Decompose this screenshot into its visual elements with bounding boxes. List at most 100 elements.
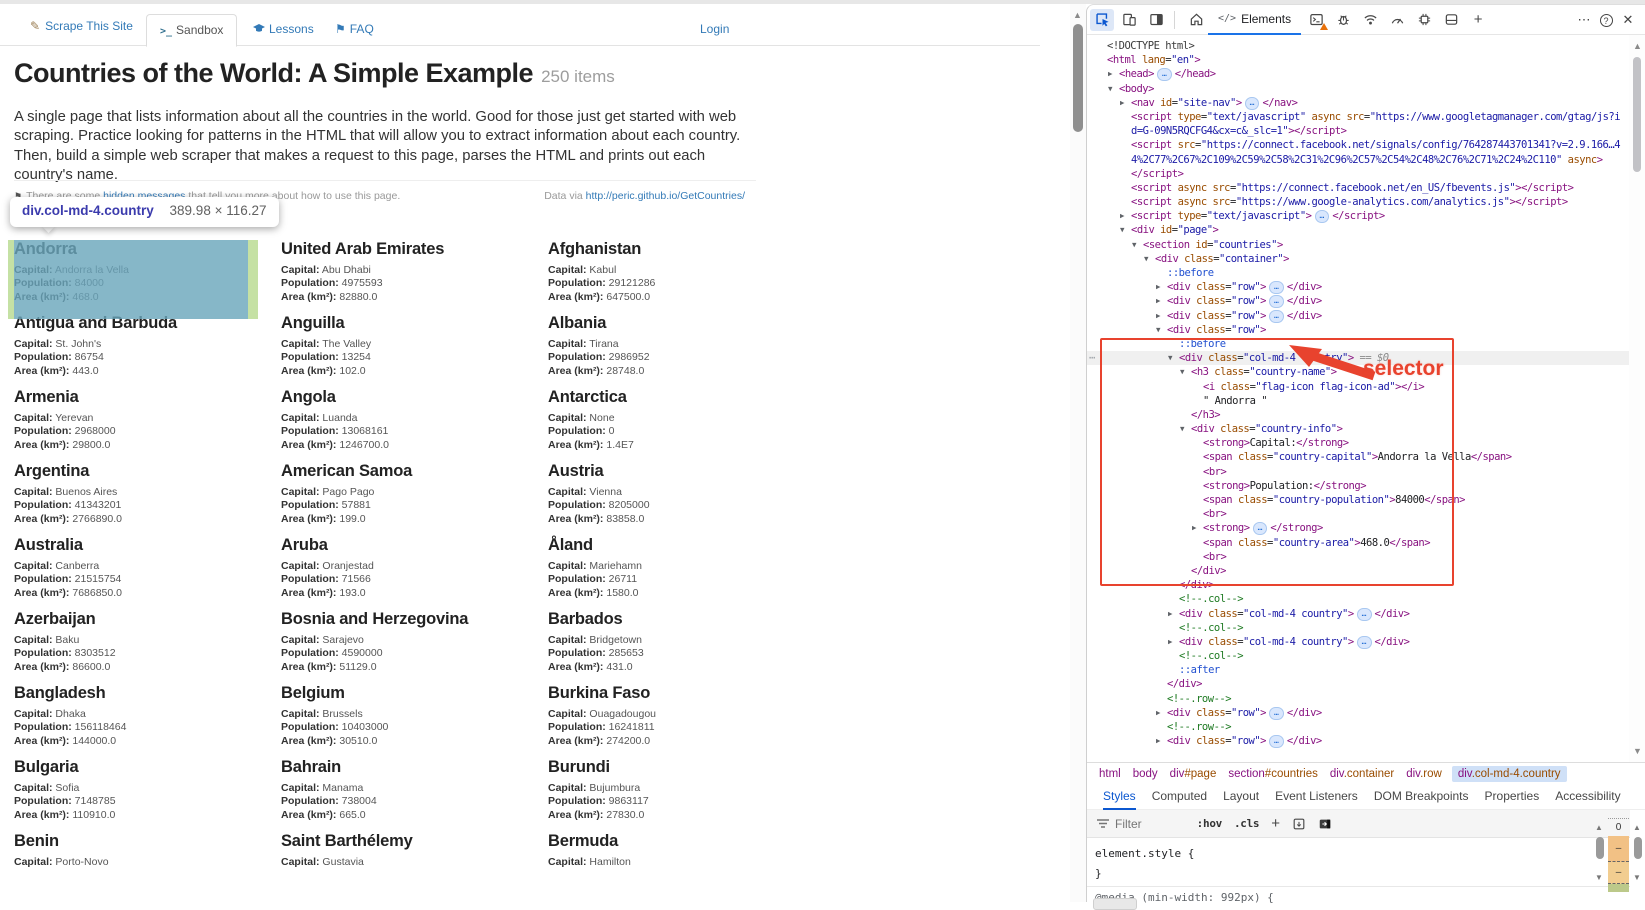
network-icon[interactable] — [1358, 9, 1382, 31]
styles-filter-input[interactable]: Filter — [1115, 817, 1142, 831]
dom-tree-line[interactable]: <script async src="https://www.google-an… — [1087, 195, 1630, 209]
panel-tab-styles[interactable]: Styles — [1103, 784, 1136, 810]
breadcrumb-item[interactable]: section#countries — [1228, 768, 1318, 780]
dom-tree-line[interactable]: ▼<body> — [1087, 82, 1630, 96]
dom-tree-line[interactable]: ▼<div class="country-info"> — [1087, 422, 1630, 436]
expand-arrow-icon[interactable]: ▼ — [1180, 365, 1185, 379]
expand-arrow-icon[interactable]: ▼ — [1156, 323, 1161, 337]
add-panel-icon[interactable]: + — [1466, 9, 1490, 31]
expand-arrow-icon[interactable]: ▼ — [1180, 422, 1185, 436]
expand-arrow-icon[interactable]: ▼ — [1168, 351, 1173, 365]
expand-arrow-icon[interactable]: ▼ — [1108, 82, 1113, 96]
close-devtools-icon[interactable]: ✕ — [1617, 12, 1639, 28]
dom-tree-line[interactable]: ▶<script type="text/javascript">…</scrip… — [1087, 209, 1630, 223]
element-style-rule[interactable]: element.style { — [1087, 838, 1630, 860]
dom-tree-line[interactable]: d=G-09N5RQCFG4&cx=c&_slc=1"></script> — [1087, 124, 1630, 138]
nav-tab-sandbox[interactable]: >_Sandbox — [146, 14, 237, 47]
expand-arrow-icon[interactable]: ▶ — [1192, 521, 1197, 535]
expand-arrow-icon[interactable]: ▶ — [1156, 309, 1161, 323]
panel-tab-computed[interactable]: Computed — [1152, 784, 1207, 810]
breadcrumb-item[interactable]: div.row — [1406, 768, 1442, 780]
dom-tree-line[interactable]: ▶<div class="row">…</div> — [1087, 309, 1630, 323]
dom-tree-line[interactable]: <span class="country-area">468.0</span> — [1087, 536, 1630, 550]
dom-tree-line[interactable]: </div> — [1087, 677, 1630, 691]
dom-tree-line[interactable]: </h3> — [1087, 408, 1630, 422]
dom-tree-line[interactable]: ▼<section id="countries"> — [1087, 238, 1630, 252]
dom-tree-line[interactable]: <script src="https://connect.facebook.ne… — [1087, 138, 1630, 152]
breadcrumb-item[interactable]: body — [1133, 768, 1158, 780]
dom-tree-line[interactable]: ▼<div id="page"> — [1087, 223, 1630, 237]
login-link[interactable]: Login — [700, 22, 729, 36]
computed-sidebar-icon[interactable] — [1318, 817, 1332, 831]
dom-tree-line[interactable]: <!--.row--> — [1087, 692, 1630, 706]
dom-tree-line[interactable]: ▶<div class="row">…</div> — [1087, 706, 1630, 720]
new-style-rule-button[interactable]: + — [1271, 815, 1279, 832]
breadcrumb-item[interactable]: div.container — [1330, 768, 1394, 780]
sidebar-scrollbar[interactable]: ▲▼ — [1631, 821, 1645, 903]
dom-tree-line[interactable]: <html lang="en"> — [1087, 53, 1630, 67]
dom-tree-line[interactable]: <i class="flag-icon flag-icon-ad"></i> — [1087, 380, 1630, 394]
inspect-element-icon[interactable] — [1090, 9, 1114, 31]
dom-tree-line[interactable]: <span class="country-population">84000</… — [1087, 493, 1630, 507]
page-scrollbar[interactable]: ▲ — [1070, 4, 1086, 902]
expand-arrow-icon[interactable]: ▶ — [1168, 607, 1173, 621]
expand-arrow-icon[interactable]: ▶ — [1156, 706, 1161, 720]
expand-arrow-icon[interactable]: ▶ — [1156, 734, 1161, 748]
panel-tab-dom-breakpoints[interactable]: DOM Breakpoints — [1374, 784, 1469, 810]
collapsed-content-icon[interactable]: … — [1269, 735, 1284, 748]
panel-tab-event-listeners[interactable]: Event Listeners — [1275, 784, 1358, 810]
dom-tree-line[interactable]: ▼<h3 class="country-name"> — [1087, 365, 1630, 379]
collapsed-content-icon[interactable]: … — [1269, 707, 1284, 720]
dom-tree-line[interactable]: ▶<nav id="site-nav">…</nav> — [1087, 96, 1630, 110]
panel-tab-layout[interactable]: Layout — [1223, 784, 1259, 810]
panel-tab-properties[interactable]: Properties — [1485, 784, 1540, 810]
expand-arrow-icon[interactable]: ▼ — [1132, 238, 1137, 252]
styles-scrollbar[interactable]: ▲▼ — [1593, 821, 1607, 903]
dom-tree-line[interactable]: ▶<div class="row">…</div> — [1087, 734, 1630, 748]
dom-tree-line[interactable]: ▶<div class="row">…</div> — [1087, 294, 1630, 308]
dom-tree-line-selected[interactable]: ▼⋯<div class="col-md-4 country"> == $0 — [1087, 351, 1630, 365]
dom-tree-line[interactable]: <br> — [1087, 465, 1630, 479]
tab-elements[interactable]: </>Elements — [1208, 5, 1301, 35]
expand-arrow-icon[interactable]: ▶ — [1156, 294, 1161, 308]
dom-tree-line[interactable]: <!--.col--> — [1087, 621, 1630, 635]
breadcrumb-item[interactable]: html — [1099, 768, 1121, 780]
nav-tab-lessons[interactable]: Lessons — [240, 14, 327, 47]
application-icon[interactable] — [1439, 9, 1463, 31]
dom-tree-line[interactable]: <script async src="https://connect.faceb… — [1087, 181, 1630, 195]
dom-tree-line[interactable]: <strong>Capital:</strong> — [1087, 436, 1630, 450]
dom-tree-line[interactable]: <br> — [1087, 550, 1630, 564]
nav-tab-faq[interactable]: ⚑FAQ — [322, 14, 387, 47]
dom-tree-line[interactable]: " Andorra " — [1087, 394, 1630, 408]
collapsed-content-icon[interactable]: … — [1157, 68, 1172, 81]
console-icon[interactable] — [1304, 9, 1328, 31]
dom-tree-line[interactable]: <strong>Population:</strong> — [1087, 479, 1630, 493]
nav-brand-link[interactable]: ✎Scrape This Site — [30, 19, 133, 33]
panel-tab-accessibility[interactable]: Accessibility — [1555, 784, 1620, 810]
collapsed-content-icon[interactable]: … — [1269, 295, 1284, 308]
expand-arrow-icon[interactable]: ▶ — [1120, 96, 1125, 110]
dom-tree-line[interactable]: </script> — [1087, 167, 1630, 181]
expand-arrow-icon[interactable]: ▶ — [1108, 67, 1113, 81]
dom-tree-line[interactable]: ▶<div class="col-md-4 country">…</div> — [1087, 607, 1630, 621]
dom-tree-line[interactable]: ▶<head>…</head> — [1087, 67, 1630, 81]
dom-tree-line[interactable]: ▼<div class="row"> — [1087, 323, 1630, 337]
home-icon[interactable] — [1184, 9, 1208, 31]
activity-bar-icon[interactable] — [1144, 9, 1168, 31]
collapsed-content-icon[interactable]: … — [1253, 522, 1268, 535]
expand-arrow-icon[interactable]: ▶ — [1168, 635, 1173, 649]
dom-tree-line[interactable]: <br> — [1087, 507, 1630, 521]
dom-tree-line[interactable]: ▶<div class="row">…</div> — [1087, 280, 1630, 294]
memory-icon[interactable] — [1412, 9, 1436, 31]
element-state-icon[interactable] — [1292, 817, 1306, 831]
data-source-link[interactable]: http://peric.github.io/GetCountries/ — [586, 190, 745, 202]
dom-tree-line[interactable]: <!--.col--> — [1087, 592, 1630, 606]
dom-tree-line[interactable]: <script type="text/javascript" async src… — [1087, 110, 1630, 124]
dom-tree-scrollbar[interactable]: ▲ ▼ — [1629, 35, 1645, 762]
collapsed-content-icon[interactable]: … — [1357, 608, 1372, 621]
pseudo-state-toggle[interactable]: :hov — [1197, 817, 1222, 830]
dom-tree-line[interactable]: ▼<div class="container"> — [1087, 252, 1630, 266]
device-emulation-icon[interactable] — [1117, 9, 1141, 31]
dom-tree-line[interactable]: <!--.col--> — [1087, 649, 1630, 663]
scrollbar-thumb[interactable] — [1633, 57, 1641, 172]
